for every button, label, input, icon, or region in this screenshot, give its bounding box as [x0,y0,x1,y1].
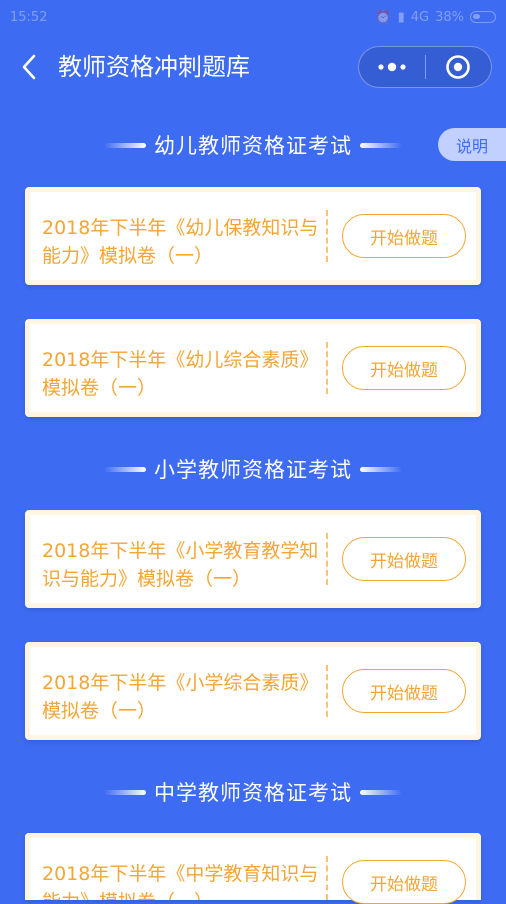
page-title: 教师资格冲刺题库 [58,53,250,81]
section-heading-text: 小学教师资格证考试 [154,458,352,482]
section-heading-text: 幼儿教师资格证考试 [154,134,352,158]
card-dashed-divider [326,342,328,394]
section-heading-text: 中学教师资格证考试 [154,781,352,805]
heading-decoration-left [104,142,146,148]
section-heading-kindergarten: 幼儿教师资格证考试 [0,125,506,165]
heading-decoration-right [360,466,402,472]
signal-icon: ▮ [397,9,405,25]
battery-level: 38% [435,9,464,25]
more-dots-icon [378,62,406,72]
status-time: 15:52 [10,9,48,25]
section-heading-secondary: 中学教师资格证考试 [0,772,506,812]
exam-card: 2018年下半年《小学综合素质》模拟卷（一） 开始做题 [25,642,481,740]
heading-decoration-right [360,142,402,148]
mini-program-capsule [358,46,492,88]
exam-card: 2018年下半年《中学教育知识与能力》模拟卷（一） 开始做题 [25,833,481,904]
status-bar: 15:52 ⏰ ▮ 4G 38% [0,0,506,34]
alarm-icon: ⏰ [375,9,392,25]
close-mini-program-button[interactable] [426,47,492,87]
start-quiz-button[interactable]: 开始做题 [342,537,466,581]
exam-card-title: 2018年下半年《小学综合素质》模拟卷（一） [42,672,319,722]
back-button[interactable] [14,52,44,82]
start-quiz-button[interactable]: 开始做题 [342,860,466,904]
nav-bar: 教师资格冲刺题库 [0,40,506,96]
exam-card-title: 2018年下半年《幼儿保教知识与能力》模拟卷（一） [42,217,319,267]
card-dashed-divider [326,533,328,585]
target-circle-icon [446,55,471,79]
chevron-left-icon [22,54,36,80]
network-type: 4G [410,9,430,25]
start-quiz-button[interactable]: 开始做题 [342,214,466,258]
exam-card-title: 2018年下半年《小学教育教学知识与能力》模拟卷（一） [42,540,319,590]
battery-icon [470,11,496,23]
exam-card: 2018年下半年《小学教育教学知识与能力》模拟卷（一） 开始做题 [25,510,481,608]
exam-card-title: 2018年下半年《中学教育知识与能力》模拟卷（一） [42,863,319,900]
start-quiz-button[interactable]: 开始做题 [342,346,466,390]
card-dashed-divider [326,856,328,900]
section-heading-primary: 小学教师资格证考试 [0,449,506,489]
more-button[interactable] [359,47,425,87]
exam-card: 2018年下半年《幼儿保教知识与能力》模拟卷（一） 开始做题 [25,187,481,285]
exam-card: 2018年下半年《幼儿综合素质》模拟卷（一） 开始做题 [25,319,481,417]
heading-decoration-left [104,466,146,472]
status-indicators: ⏰ ▮ 4G 38% [375,10,496,25]
card-dashed-divider [326,665,328,717]
card-dashed-divider [326,210,328,262]
heading-decoration-right [360,789,402,795]
exam-card-title: 2018年下半年《幼儿综合素质》模拟卷（一） [42,349,319,399]
heading-decoration-left [104,789,146,795]
start-quiz-button[interactable]: 开始做题 [342,669,466,713]
